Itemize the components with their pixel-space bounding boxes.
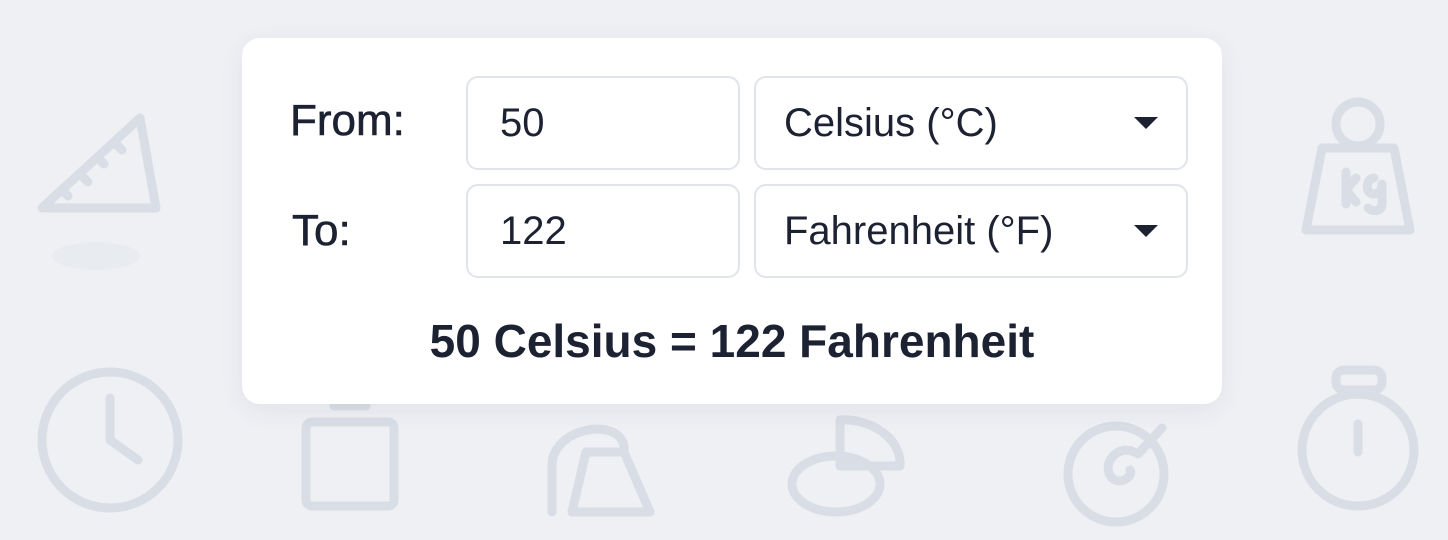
pie-chart-icon — [786, 410, 910, 520]
gauge-icon — [1060, 414, 1176, 530]
to-unit-select[interactable]: Fahrenheit (°F) — [754, 184, 1188, 278]
from-value-input[interactable] — [468, 78, 738, 168]
to-unit-value: Fahrenheit (°F) — [784, 208, 1054, 253]
ruler-triangle-icon — [34, 104, 166, 290]
from-unit-select[interactable]: Celsius (°C) — [754, 76, 1188, 170]
from-label: From: — [290, 96, 405, 146]
bag-weight-icon — [540, 408, 666, 522]
chevron-down-icon — [1134, 117, 1158, 129]
weight-kg-icon — [1298, 94, 1420, 240]
to-label: To: — [292, 206, 351, 256]
from-value-field[interactable] — [466, 76, 740, 170]
from-unit-value: Celsius (°C) — [784, 100, 998, 145]
clock-icon — [34, 364, 186, 516]
conversion-result: 50 Celsius = 122 Fahrenheit — [429, 315, 1035, 367]
converter-card: From: To: Celsius (°C) Fahrenheit (°F) 5… — [242, 38, 1222, 404]
to-value-input[interactable] — [468, 186, 738, 276]
square-icon — [294, 396, 406, 514]
stopwatch-icon — [1294, 362, 1424, 516]
chevron-down-icon — [1134, 225, 1158, 237]
to-value-field[interactable] — [466, 184, 740, 278]
